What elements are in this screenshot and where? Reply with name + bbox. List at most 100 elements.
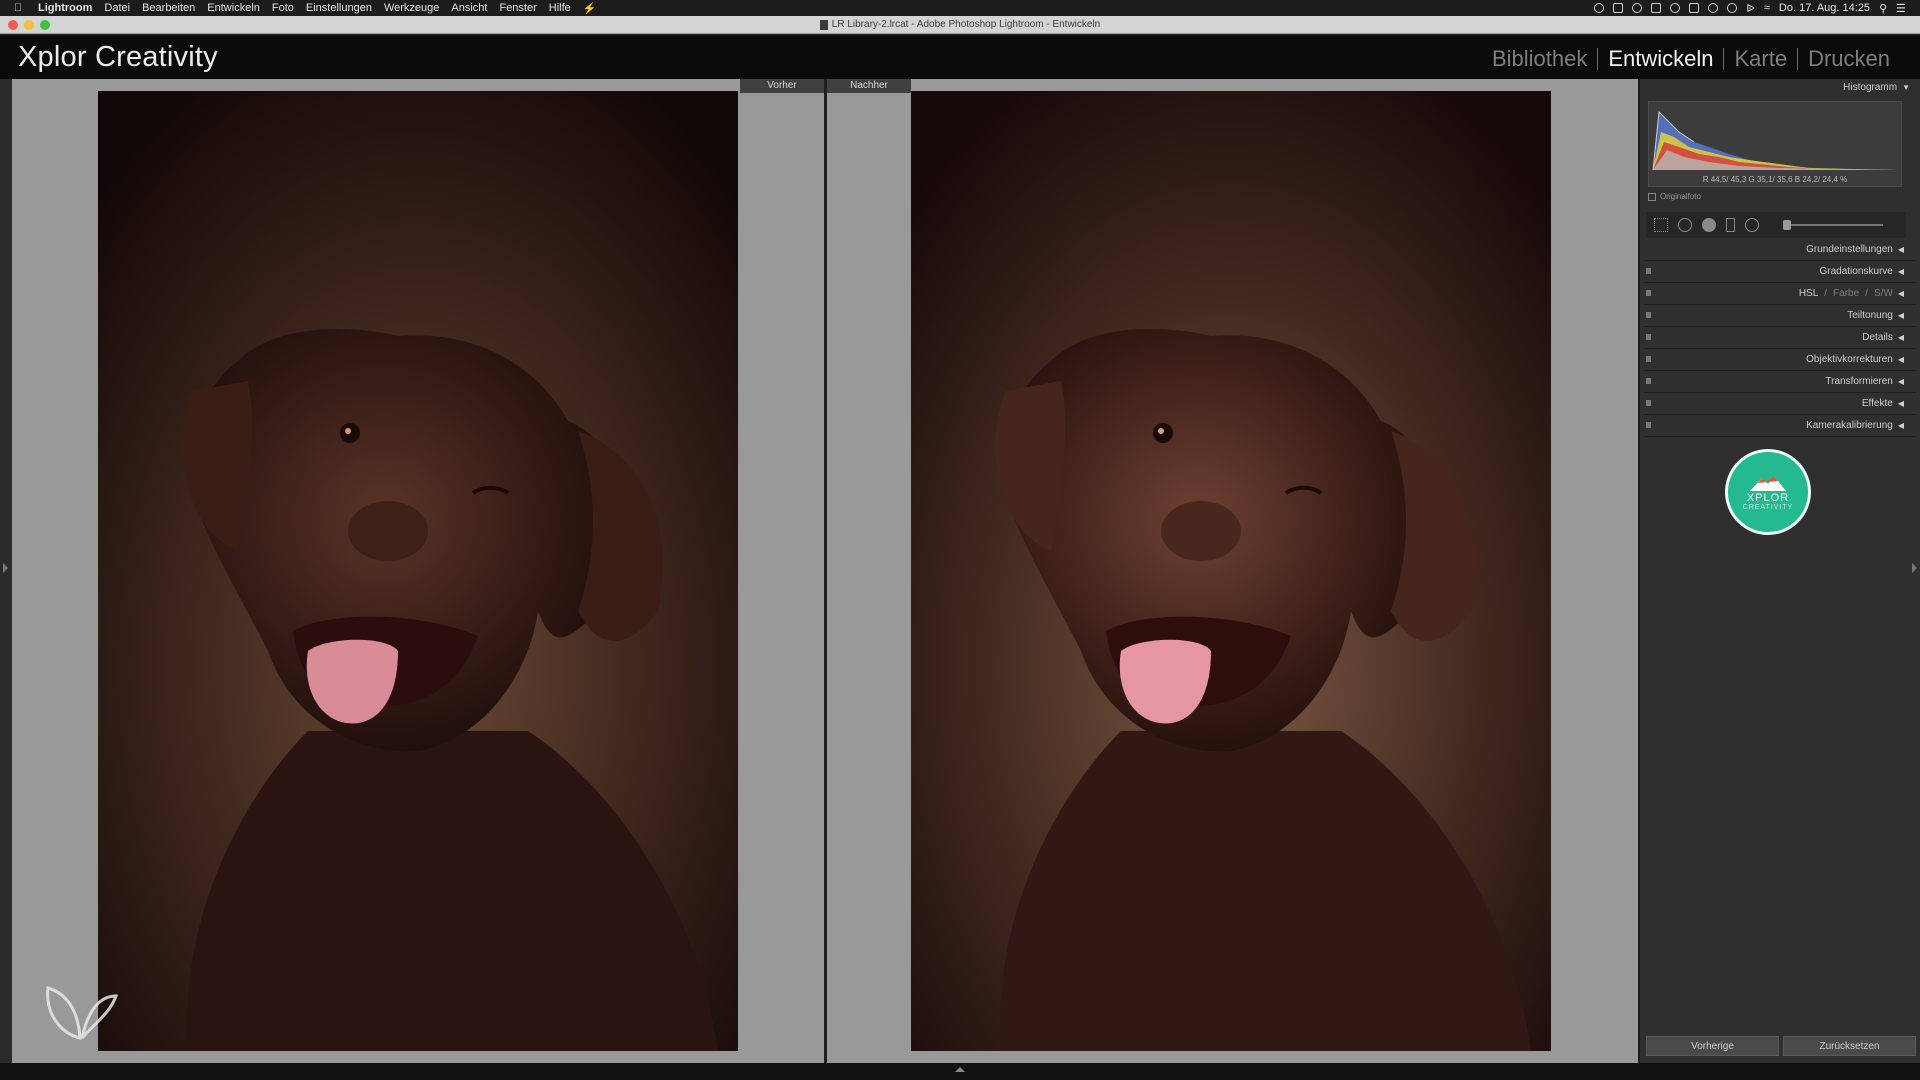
red-eye-tool-icon[interactable] [1702,218,1716,232]
menu-bearbeiten[interactable]: Bearbeiten [142,2,195,14]
collapse-triangle-icon[interactable]: ◀ [1898,289,1904,298]
module-karte[interactable]: Karte [1724,46,1797,72]
panel-switch-icon[interactable] [1646,378,1651,384]
panel-switch-icon[interactable] [1646,334,1651,340]
section-label[interactable]: HSL [1799,288,1818,299]
after-label: Nachher [827,79,911,93]
collapse-triangle-icon[interactable]: ◀ [1898,311,1904,320]
brush-slider-knob[interactable] [1783,220,1791,230]
crop-tool-icon[interactable] [1654,218,1668,232]
section-objektivkorrekturen[interactable]: Objektivkorrekturen ◀ [1644,349,1916,371]
cloud-icon[interactable] [1613,3,1624,13]
histogram-header[interactable]: Histogramm ▼ [1640,79,1920,95]
reset-button[interactable]: Zurücksetzen [1783,1036,1916,1056]
panel-switch-icon[interactable] [1646,356,1651,362]
section-label: Transformieren [1825,376,1893,387]
menu-fenster[interactable]: Fenster [499,2,536,14]
original-photo-row[interactable]: Originalfoto [1648,192,1701,201]
panel-sections: Grundeinstellungen ◀ Gradationskurve ◀ HSL… [1640,239,1920,437]
panel-switch-icon[interactable] [1646,400,1651,406]
section-gradationskurve[interactable]: Gradationskurve ◀ [1644,261,1916,283]
section-effekte[interactable]: Effekte ◀ [1644,393,1916,415]
collapse-triangle-icon[interactable]: ◀ [1898,333,1904,342]
before-label: Vorher [740,79,824,93]
menu-datei[interactable]: Datei [104,2,130,14]
panel-switch-icon[interactable] [1646,312,1651,318]
panel-switch-icon[interactable] [1646,268,1651,274]
original-photo-checkbox[interactable] [1648,192,1656,201]
left-panel-toggle-icon[interactable] [3,563,8,573]
window-titlebar: LR Library-2.lrcat - Adobe Photoshop Lig… [0,16,1920,34]
window-zoom-button[interactable] [40,20,50,30]
collapse-triangle-icon[interactable]: ▼ [1902,83,1910,92]
radial-filter-icon[interactable] [1745,218,1759,232]
right-panel-toggle-icon[interactable] [1912,563,1917,573]
before-pane: Vorher [12,79,824,1063]
document-icon [819,19,828,30]
filmstrip-toggle-icon[interactable] [955,1067,965,1072]
record-icon[interactable] [1594,3,1605,13]
collapse-triangle-icon[interactable]: ◀ [1898,245,1904,254]
section-farbe-label[interactable]: Farbe [1833,288,1859,299]
identity-plate[interactable]: Xplor Creativity [18,41,218,74]
window-minimize-button[interactable] [24,20,34,30]
histogram-graph [1652,110,1897,171]
dog-photo-after [911,91,1551,1051]
battery-icon[interactable] [1689,3,1700,13]
apple-icon[interactable]:  [14,2,30,14]
menu-foto[interactable]: Foto [272,2,294,14]
spotlight-search-icon[interactable]: ⚲ [1879,2,1887,15]
panel-switch-icon[interactable] [1646,422,1651,428]
menu-einstellungen[interactable]: Einstellungen [306,2,372,14]
user-icon[interactable] [1651,3,1662,13]
section-kamerakalibrierung[interactable]: Kamerakalibrierung ◀ [1644,415,1916,437]
after-photo[interactable] [911,91,1551,1051]
before-photo[interactable] [98,91,738,1051]
section-hsl[interactable]: HSL / Farbe / S/W ◀ [1644,283,1916,305]
section-transformieren[interactable]: Transformieren ◀ [1644,371,1916,393]
bluetooth-icon[interactable]: ᐉ [1746,2,1754,15]
sync-icon[interactable] [1670,3,1681,13]
histogram-title: Histogramm [1843,81,1898,93]
collapse-triangle-icon[interactable]: ◀ [1898,421,1904,430]
status-area: ᐉ ≈ Do. 17. Aug. 14:25 ⚲ ☰ [1594,2,1920,15]
brush-slider[interactable] [1783,220,1883,230]
identity-bar: Xplor Creativity Bibliothek Entwickeln K… [0,35,1920,79]
wifi-icon[interactable]: ≈ [1764,2,1770,14]
menu-entwickeln[interactable]: Entwickeln [207,2,260,14]
macos-menubar:  Lightroom Datei Bearbeiten Entwickeln … [0,0,1920,16]
menu-lightroom[interactable]: Lightroom [38,2,92,14]
section-sw-label[interactable]: S/W [1874,288,1893,299]
menu-hilfe[interactable]: Hilfe [549,2,571,14]
notification-center-icon[interactable]: ☰ [1896,2,1906,15]
filmstrip-collapsed-bar [0,1063,1920,1080]
develop-right-panel: Histogramm ▼ R 44,5/ 45,3 G 35,1/ 35,6 B… [1638,79,1920,1063]
module-bibliothek[interactable]: Bibliothek [1482,46,1597,72]
section-details[interactable]: Details ◀ [1644,327,1916,349]
menu-werkzeuge[interactable]: Werkzeuge [384,2,439,14]
dog-photo-before [98,91,738,1051]
collapse-triangle-icon[interactable]: ◀ [1898,377,1904,386]
collapse-triangle-icon[interactable]: ◀ [1898,267,1904,276]
section-separator: / [1865,288,1868,299]
panel-switch-icon[interactable] [1646,290,1651,296]
section-grundeinstellungen[interactable]: Grundeinstellungen ◀ [1644,239,1916,261]
spot-removal-tool-icon[interactable] [1678,218,1692,232]
panel-bottom-buttons: Vorherige Zurücksetzen [1646,1036,1916,1056]
window-close-button[interactable] [8,20,18,30]
bolt-icon[interactable]: ⚡ [583,2,597,15]
graduated-filter-icon[interactable] [1726,218,1735,232]
collapse-triangle-icon[interactable]: ◀ [1898,399,1904,408]
section-label: Objektivkorrekturen [1806,354,1893,365]
clock-icon[interactable] [1727,3,1738,13]
section-teiltonung[interactable]: Teiltonung ◀ [1644,305,1916,327]
dropbox-icon[interactable] [1632,3,1643,13]
module-drucken[interactable]: Drucken [1798,46,1900,72]
info-icon[interactable] [1708,3,1719,13]
module-entwickeln[interactable]: Entwickeln [1598,46,1723,72]
collapse-triangle-icon[interactable]: ◀ [1898,355,1904,364]
previous-settings-button[interactable]: Vorherige [1646,1036,1779,1056]
menu-ansicht[interactable]: Ansicht [451,2,487,14]
window-title: LR Library-2.lrcat - Adobe Photoshop Lig… [831,19,1101,30]
menubar-clock[interactable]: Do. 17. Aug. 14:25 [1779,2,1870,14]
